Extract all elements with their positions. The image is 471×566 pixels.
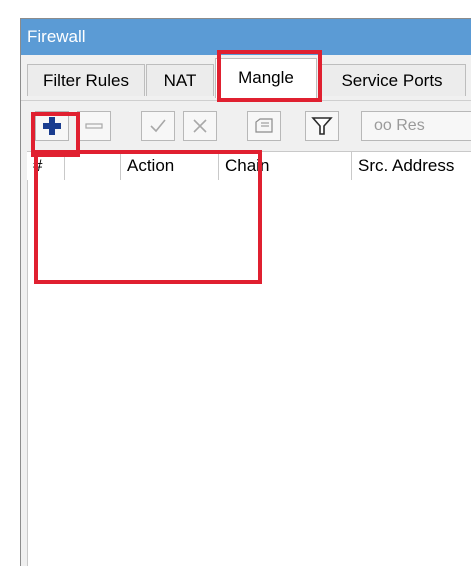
remove-button[interactable] (77, 111, 111, 141)
column-number[interactable]: # (27, 152, 65, 180)
column-flags[interactable] (65, 152, 121, 180)
toolbar: oo Res (21, 100, 471, 151)
minus-icon (85, 123, 103, 129)
add-button[interactable] (35, 111, 69, 141)
firewall-window: Firewall Filter Rules NAT Mangle Service… (20, 18, 471, 566)
column-src-address[interactable]: Src. Address (352, 152, 471, 180)
x-icon (193, 119, 207, 133)
column-action[interactable]: Action (121, 152, 219, 180)
disable-button[interactable] (183, 111, 217, 141)
window-title: Firewall (21, 19, 471, 55)
tab-service-ports[interactable]: Service Ports (318, 64, 466, 96)
column-chain[interactable]: Chain (219, 152, 352, 180)
enable-button[interactable] (141, 111, 175, 141)
comment-button[interactable] (247, 111, 281, 141)
table-header: # Action Chain Src. Address (27, 151, 471, 181)
tab-filter-rules[interactable]: Filter Rules (27, 64, 145, 96)
plus-icon (43, 117, 61, 135)
tab-bar: Filter Rules NAT Mangle Service Ports (21, 56, 471, 98)
filter-button[interactable] (305, 111, 339, 141)
check-icon (150, 119, 166, 133)
tab-mangle[interactable]: Mangle (215, 58, 317, 98)
comment-icon (255, 118, 273, 133)
reset-counters-button[interactable]: oo Res (361, 111, 471, 141)
filter-icon (311, 117, 333, 135)
tab-nat[interactable]: NAT (146, 64, 214, 96)
rules-table[interactable] (27, 180, 471, 566)
